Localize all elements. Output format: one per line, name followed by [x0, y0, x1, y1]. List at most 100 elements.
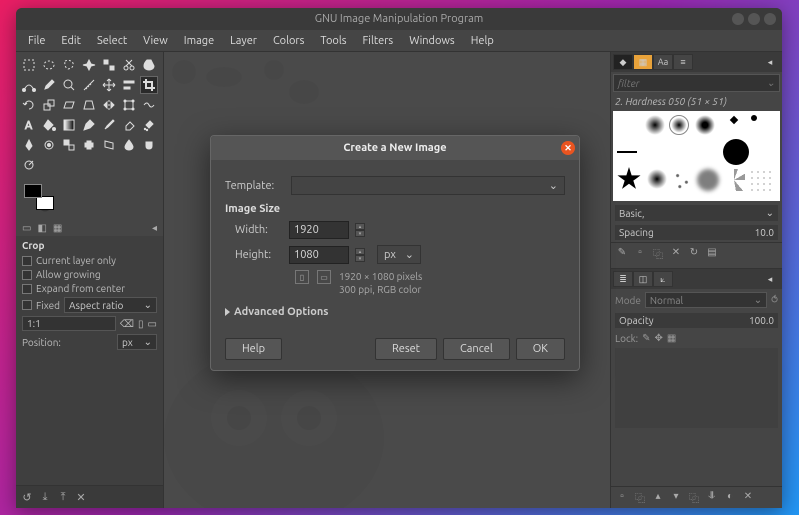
tool-text[interactable]: A — [20, 116, 38, 134]
new-layer-icon[interactable]: ▫ — [615, 490, 629, 505]
reset-icon[interactable]: ↺ — [20, 490, 34, 504]
menu-file[interactable]: File — [22, 33, 51, 49]
dock-menu-icon[interactable]: ◂ — [152, 222, 157, 234]
tool-scissors[interactable] — [120, 56, 138, 74]
cancel-button[interactable]: Cancel — [443, 338, 510, 360]
tab-channels[interactable]: ◫ — [633, 271, 653, 287]
tool-crop[interactable] — [140, 76, 158, 94]
menu-colors[interactable]: Colors — [267, 33, 310, 49]
width-spin-up[interactable]: ▴ — [355, 223, 365, 230]
mode-switch-icon[interactable]: ⥀ — [771, 294, 778, 306]
opacity-slider[interactable]: Opacity100.0 — [615, 313, 778, 328]
aspect-ratio-input[interactable]: 1:1 — [22, 316, 116, 331]
lock-position-icon[interactable]: ✥ — [655, 332, 663, 344]
tool-clone[interactable] — [60, 136, 78, 154]
tool-perspective[interactable] — [80, 96, 98, 114]
tool-free-select[interactable] — [60, 56, 78, 74]
tool-fuzzy-select[interactable] — [80, 56, 98, 74]
lower-layer-icon[interactable]: ▾ — [669, 490, 683, 505]
tool-move[interactable] — [100, 76, 118, 94]
tool-paintbrush[interactable] — [100, 116, 118, 134]
tool-bucket[interactable] — [40, 116, 58, 134]
spacing-slider[interactable]: Spacing10.0 — [615, 225, 778, 240]
ok-button[interactable]: OK — [516, 338, 565, 360]
tab-fonts[interactable]: Aa — [653, 54, 673, 70]
tool-zoom[interactable] — [60, 76, 78, 94]
fixed-mode-select[interactable]: Aspect ratio⌄ — [64, 297, 157, 313]
brush-preset-select[interactable]: Basic,⌄ — [615, 205, 778, 221]
brush-grid[interactable] — [613, 111, 780, 201]
tool-rotate[interactable] — [20, 96, 38, 114]
portrait-icon[interactable]: ▯ — [295, 270, 309, 284]
dock-menu-icon-layers[interactable]: ◂ — [760, 271, 780, 287]
menu-filters[interactable]: Filters — [357, 33, 400, 49]
tool-flip[interactable] — [100, 96, 118, 114]
dock-menu-icon-right[interactable]: ◂ — [760, 54, 780, 70]
close-button[interactable] — [764, 13, 776, 25]
tool-by-color[interactable] — [100, 56, 118, 74]
tool-dodge[interactable] — [20, 156, 38, 174]
duplicate-brush-icon[interactable]: ⿻ — [651, 246, 665, 261]
new-group-icon[interactable]: ⿻ — [633, 490, 647, 505]
menu-select[interactable]: Select — [91, 33, 133, 49]
brush-filter-input[interactable]: filter⌄ — [613, 74, 780, 92]
menu-image[interactable]: Image — [178, 33, 220, 49]
tool-measure[interactable] — [80, 76, 98, 94]
clear-icon[interactable]: ⌫ — [120, 318, 134, 330]
mask-icon[interactable]: ◐ — [723, 490, 737, 505]
tool-align[interactable] — [120, 76, 138, 94]
tool-color-picker[interactable] — [40, 76, 58, 94]
tool-shear[interactable] — [60, 96, 78, 114]
landscape-icon[interactable]: ▭ — [148, 318, 157, 330]
dialog-close-button[interactable]: ✕ — [561, 141, 575, 155]
menu-tools[interactable]: Tools — [314, 33, 352, 49]
position-unit-select[interactable]: px⌄ — [117, 334, 157, 350]
tab-history[interactable]: ≡ — [673, 54, 693, 70]
tool-heal[interactable] — [80, 136, 98, 154]
menu-help[interactable]: Help — [465, 33, 500, 49]
tool-mypaint[interactable] — [40, 136, 58, 154]
reset-button[interactable]: Reset — [375, 338, 437, 360]
save-preset-icon[interactable]: ⤓ — [38, 490, 52, 504]
delete-preset-icon[interactable]: ✕ — [74, 490, 88, 504]
blend-mode-select[interactable]: Normal⌄ — [645, 292, 767, 308]
tool-smudge[interactable] — [140, 136, 158, 154]
tool-ink[interactable] — [20, 136, 38, 154]
landscape-icon[interactable]: ▭ — [317, 270, 331, 284]
chk-expand-center[interactable] — [22, 284, 32, 294]
width-spin-down[interactable]: ▾ — [355, 230, 365, 237]
width-input[interactable] — [289, 221, 349, 239]
fg-color[interactable] — [24, 184, 42, 198]
tool-scale[interactable] — [40, 96, 58, 114]
height-spin-down[interactable]: ▾ — [355, 255, 365, 262]
tool-pencil[interactable] — [80, 116, 98, 134]
minimize-button[interactable] — [732, 13, 744, 25]
tool-perspective-clone[interactable] — [100, 136, 118, 154]
tab-paths[interactable]: ⟀ — [653, 271, 673, 287]
chk-allow-growing[interactable] — [22, 270, 32, 280]
tab-layers[interactable]: ≣ — [613, 271, 633, 287]
menu-view[interactable]: View — [137, 33, 174, 49]
height-input[interactable] — [289, 246, 349, 264]
tab-brushes[interactable]: ◆ — [613, 54, 633, 70]
menu-edit[interactable]: Edit — [55, 33, 87, 49]
height-spin-up[interactable]: ▴ — [355, 248, 365, 255]
tool-airbrush[interactable] — [140, 116, 158, 134]
tool-warp[interactable] — [140, 96, 158, 114]
template-select[interactable]: ⌄ — [291, 176, 565, 195]
menu-layer[interactable]: Layer — [224, 33, 263, 49]
chk-fixed[interactable] — [22, 300, 32, 310]
refresh-brush-icon[interactable]: ↻ — [687, 246, 701, 261]
tool-paths[interactable] — [20, 76, 38, 94]
tool-cage[interactable] — [120, 96, 138, 114]
unit-select[interactable]: px⌄ — [377, 245, 421, 264]
delete-layer-icon[interactable]: ✕ — [741, 490, 755, 505]
maximize-button[interactable] — [748, 13, 760, 25]
lock-pixels-icon[interactable]: ✎ — [642, 332, 650, 344]
help-button[interactable]: Help — [225, 338, 282, 360]
duplicate-layer-icon[interactable]: ⿻ — [687, 490, 701, 505]
layers-list[interactable] — [615, 348, 778, 428]
tab-device-icon[interactable]: ◧ — [37, 222, 46, 234]
advanced-options-toggle[interactable]: Advanced Options — [225, 306, 565, 318]
chk-current-layer[interactable] — [22, 256, 32, 266]
